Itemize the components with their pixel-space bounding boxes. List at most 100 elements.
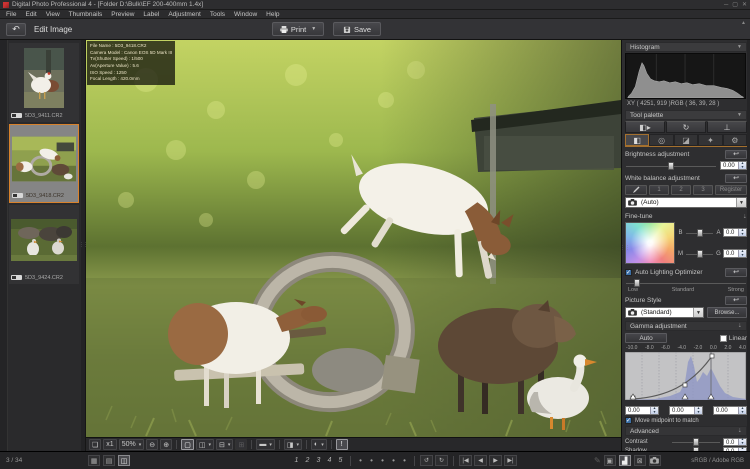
white-balance-reset-button[interactable]: ↩ <box>725 174 747 183</box>
rating-dot-4[interactable]: • <box>389 456 398 465</box>
menu-help[interactable]: Help <box>266 11 279 18</box>
menu-edit[interactable]: Edit <box>25 11 36 18</box>
last-image-button[interactable]: ▶| <box>504 455 517 466</box>
single-image-view-button[interactable]: ▢ <box>181 439 194 450</box>
tool-palette-header[interactable]: Tool palette ▼ <box>625 110 747 120</box>
contrast-spinbox[interactable]: 0.0▲▼ <box>723 438 747 446</box>
save-button[interactable]: Save <box>333 22 381 36</box>
minimize-icon[interactable]: ─ <box>724 1 728 9</box>
thumbnail-item-2-selected[interactable]: 5D3_9418.CR2 <box>9 124 79 203</box>
spin-buttons[interactable]: ▲▼ <box>650 407 658 414</box>
spin-buttons[interactable]: ▲▼ <box>738 229 746 236</box>
zoom-level-dropdown[interactable]: 50%▾ <box>119 439 145 450</box>
rating-dot-3[interactable]: • <box>378 456 387 465</box>
first-image-button[interactable]: |◀ <box>459 455 472 466</box>
info-overlay-toggle-button[interactable]: ! <box>336 439 348 450</box>
midpoint-spinbox[interactable]: 0.00 ▲▼ <box>669 406 703 415</box>
tab-color-adjustment[interactable]: ✦ <box>698 134 722 146</box>
brightness-spinbox[interactable]: 0.00 ▲▼ <box>720 161 747 170</box>
grid-view-button[interactable]: ▦ <box>88 455 100 466</box>
shadow-point-spinbox[interactable]: 0.00 ▲▼ <box>625 406 659 415</box>
collapse-icon[interactable]: ▼ <box>737 112 742 118</box>
highlight-point-spinbox[interactable]: 0.00 ▲▼ <box>713 406 747 415</box>
panel-splitter-grip[interactable]: ⋮⋮ <box>621 245 630 251</box>
trimming-tool-button[interactable]: ↻ <box>666 121 706 133</box>
picture-style-dropdown[interactable]: (Standard) ▼ <box>625 307 704 318</box>
tab-tone-adjustment[interactable]: ◪ <box>674 134 698 146</box>
previous-image-button[interactable]: ◀ <box>474 455 487 466</box>
label-1-button[interactable]: 1 <box>292 457 301 464</box>
image-preview[interactable]: File Name : 5D3_9418.CR2 Camera Model : … <box>86 40 621 437</box>
histogram-toggle-button[interactable]: ▟ <box>619 455 631 466</box>
image-adjust-mode-button[interactable]: ◧▸ <box>625 121 665 133</box>
focus-check-toggle-button[interactable]: ⊠ <box>634 455 646 466</box>
select-ratio-dropdown[interactable]: ▬▾ <box>256 439 275 450</box>
wb-preset-1-button[interactable]: 1 <box>649 185 669 195</box>
toolbar-collapse-icon[interactable]: ▲ <box>741 20 746 26</box>
chevron-down-icon[interactable]: ▼ <box>693 308 703 317</box>
compare-horizontal-button[interactable]: ◫▾ <box>196 439 214 450</box>
back-to-main-window-button[interactable]: ↶ <box>6 23 26 36</box>
compare-vertical-button[interactable]: ⊟▾ <box>216 439 233 450</box>
tone-curve-editor[interactable] <box>625 352 746 400</box>
zoom-in-button[interactable]: ⊕ <box>160 439 172 450</box>
rotate-right-button[interactable]: ↻ <box>435 455 448 466</box>
menu-label[interactable]: Label <box>143 11 159 18</box>
rotate-left-button[interactable]: ↺ <box>420 455 433 466</box>
spin-buttons[interactable]: ▲▼ <box>738 439 746 445</box>
thumbnail-item-1[interactable]: 5D3_9411.CR2 <box>9 43 79 122</box>
label-5-button[interactable]: 5 <box>336 457 345 464</box>
multi-view-button[interactable]: ⊞ <box>235 439 247 450</box>
vertical-thumbnail-view-button[interactable]: ◫ <box>118 455 130 466</box>
spin-buttons[interactable]: ▲▼ <box>738 162 746 169</box>
zoom-out-button[interactable]: ⊖ <box>146 439 158 450</box>
maximize-icon[interactable]: ▢ <box>732 1 738 9</box>
browse-button[interactable]: Browse... <box>707 307 747 318</box>
rating-dot-5[interactable]: • <box>400 456 409 465</box>
blue-amber-slider[interactable] <box>685 228 714 238</box>
print-dropdown-icon[interactable]: ▼ <box>311 26 316 32</box>
alo-slider[interactable] <box>625 278 747 288</box>
spin-buttons[interactable]: ▲▼ <box>738 407 746 414</box>
advanced-header[interactable]: Advanced ⇣ <box>625 426 747 436</box>
menu-window[interactable]: Window <box>234 11 257 18</box>
print-button[interactable]: Print ▼ <box>272 22 324 36</box>
spin-buttons[interactable]: ▲▼ <box>738 250 746 257</box>
menu-thumbnails[interactable]: Thumbnails <box>69 11 103 18</box>
next-image-button[interactable]: ▶ <box>489 455 502 466</box>
tab-settings[interactable]: ⚙ <box>723 134 747 146</box>
alo-checkbox[interactable]: ✓ <box>625 269 632 276</box>
thumbnail-item-3[interactable]: 5D3_9424.CR2 <box>9 205 79 284</box>
collapse-icon[interactable]: ⇣ <box>738 323 742 329</box>
wb-preset-3-button[interactable]: 3 <box>693 185 713 195</box>
move-midpoint-checkbox[interactable]: ✓ <box>625 417 632 424</box>
gamma-auto-button[interactable]: Auto <box>625 333 667 343</box>
color-adjust-square[interactable] <box>625 222 675 264</box>
rating-dot-2[interactable]: • <box>367 456 376 465</box>
eyedropper-button[interactable] <box>625 185 647 195</box>
fit-to-window-button[interactable]: ❏ <box>89 439 101 450</box>
menu-preview[interactable]: Preview <box>111 11 134 18</box>
alo-reset-button[interactable]: ↩ <box>725 268 747 277</box>
wb-preset-2-button[interactable]: 2 <box>671 185 691 195</box>
menu-view[interactable]: View <box>46 11 60 18</box>
label-4-button[interactable]: 4 <box>325 457 334 464</box>
camera-control-button[interactable] <box>649 455 661 466</box>
preview-effect-dropdown[interactable]: ◐▾ <box>311 439 327 450</box>
menu-tools[interactable]: Tools <box>210 11 225 18</box>
picture-style-reset-button[interactable]: ↩ <box>725 296 747 305</box>
before-after-toggle-button[interactable]: ▣ <box>604 455 616 466</box>
close-icon[interactable]: ✕ <box>742 1 747 9</box>
wb-register-button[interactable]: Register <box>715 185 747 195</box>
display-mode-dropdown[interactable]: ◨▾ <box>284 439 302 450</box>
label-2-button[interactable]: 2 <box>303 457 312 464</box>
histogram-header[interactable]: Histogram ▼ <box>625 42 747 52</box>
actual-size-button[interactable]: x1 <box>103 439 116 450</box>
menu-file[interactable]: File <box>6 11 16 18</box>
tab-lens-correction[interactable]: ◎ <box>649 134 673 146</box>
white-balance-dropdown[interactable]: (Auto) ▼ <box>625 197 747 208</box>
rating-dot-1[interactable]: • <box>356 456 365 465</box>
stamp-tool-button[interactable]: ⊥ <box>707 121 747 133</box>
brightness-slider[interactable] <box>625 161 717 171</box>
linear-checkbox[interactable] <box>720 335 727 342</box>
